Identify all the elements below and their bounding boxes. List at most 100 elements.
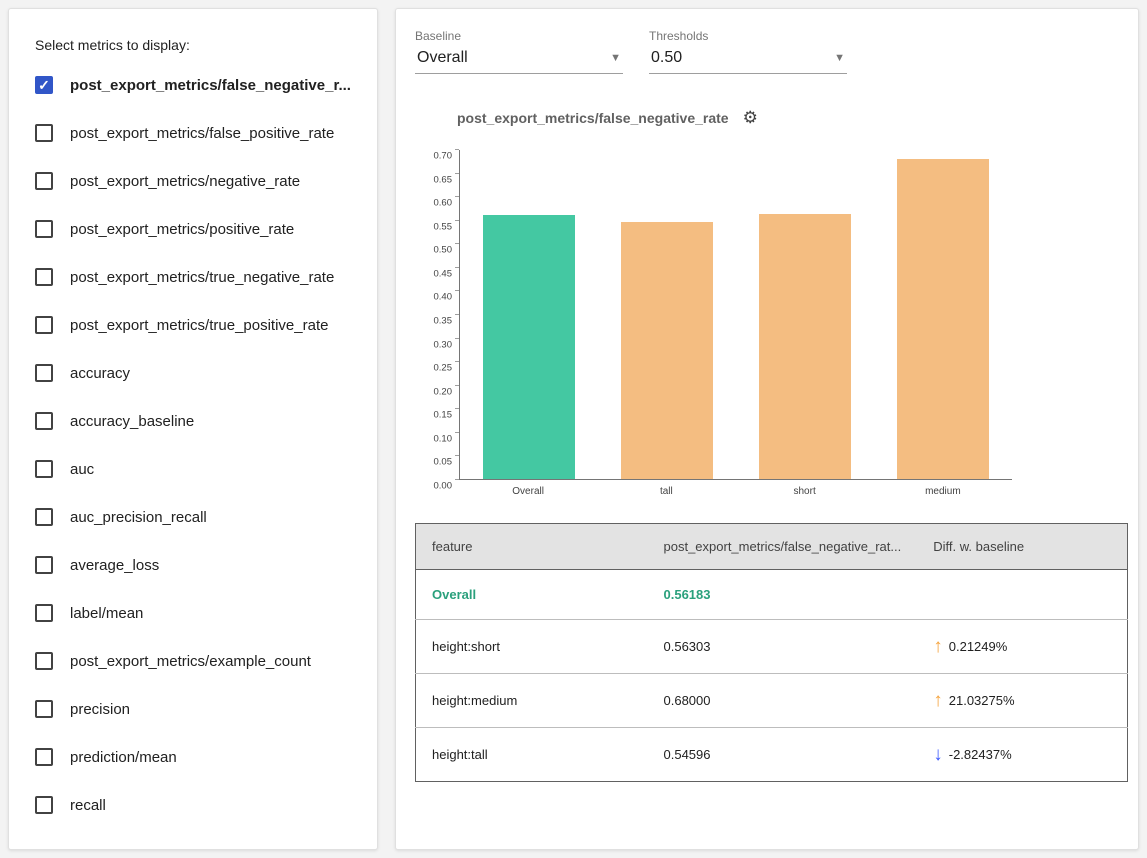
metric-item[interactable]: post_export_metrics/positive_rate xyxy=(35,205,361,253)
checkbox-icon[interactable] xyxy=(35,172,53,190)
metric-item[interactable]: label/mean xyxy=(35,589,361,637)
x-tick-label: tall xyxy=(597,486,735,497)
y-tick-label: 0.15 xyxy=(434,410,453,421)
bar-slot xyxy=(736,150,874,479)
y-tick-mark xyxy=(455,479,459,480)
checkbox-icon[interactable] xyxy=(35,604,53,622)
y-tick-label: 0.00 xyxy=(434,481,453,492)
metric-label: post_export_metrics/example_count xyxy=(70,653,311,670)
metric-item[interactable]: accuracy_baseline xyxy=(35,397,361,445)
bar-medium[interactable] xyxy=(897,159,989,479)
checkbox-icon[interactable] xyxy=(35,748,53,766)
metric-label: recall xyxy=(70,797,106,814)
checkbox-icon[interactable] xyxy=(35,412,53,430)
y-tick-mark xyxy=(455,338,459,339)
cell-feature: height:medium xyxy=(416,674,648,728)
metric-item[interactable]: post_export_metrics/true_positive_rate xyxy=(35,301,361,349)
y-tick-label: 0.70 xyxy=(434,151,453,162)
metric-label: post_export_metrics/positive_rate xyxy=(70,221,294,238)
checkbox-icon[interactable] xyxy=(35,220,53,238)
checkbox-icon[interactable] xyxy=(35,556,53,574)
metric-select-panel: Select metrics to display: ✓post_export_… xyxy=(8,8,378,850)
y-tick-label: 0.45 xyxy=(434,268,453,279)
y-tick-label: 0.20 xyxy=(434,386,453,397)
results-panel: Baseline Overall ▼ Thresholds 0.50 ▼ pos… xyxy=(395,8,1139,850)
checkbox-icon[interactable] xyxy=(35,508,53,526)
checkbox-icon[interactable] xyxy=(35,268,53,286)
checkbox-icon[interactable] xyxy=(35,316,53,334)
arrow-up-icon: ↑ xyxy=(933,691,943,710)
cell-diff: ↓-2.82437% xyxy=(917,728,1127,782)
metric-label: precision xyxy=(70,701,130,718)
column-header-metric: post_export_metrics/false_negative_rat..… xyxy=(648,524,918,570)
y-tick-mark xyxy=(455,455,459,456)
y-tick-mark xyxy=(455,432,459,433)
metric-item[interactable]: post_export_metrics/true_negative_rate xyxy=(35,253,361,301)
y-tick-label: 0.60 xyxy=(434,198,453,209)
metric-item[interactable]: auc_precision_recall xyxy=(35,493,361,541)
baseline-select-label: Baseline xyxy=(415,29,623,43)
gear-icon[interactable]: ⚙ xyxy=(743,108,758,128)
checkbox-icon[interactable] xyxy=(35,124,53,142)
y-tick-mark xyxy=(455,196,459,197)
checkbox-icon[interactable] xyxy=(35,700,53,718)
metric-item[interactable]: recall xyxy=(35,781,361,829)
metric-label: auc_precision_recall xyxy=(70,509,207,526)
y-tick-mark xyxy=(455,314,459,315)
y-axis: 0.000.050.100.150.200.250.300.350.400.45… xyxy=(423,150,459,480)
cell-value: 0.56183 xyxy=(648,570,918,620)
checkbox-checked-icon[interactable]: ✓ xyxy=(35,76,53,94)
chart-title: post_export_metrics/false_negative_rate xyxy=(457,110,729,126)
cell-feature: height:tall xyxy=(416,728,648,782)
metric-item[interactable]: precision xyxy=(35,685,361,733)
bar-slot xyxy=(460,150,598,479)
table-header-row: feature post_export_metrics/false_negati… xyxy=(416,524,1128,570)
controls-bar: Baseline Overall ▼ Thresholds 0.50 ▼ xyxy=(415,29,1128,74)
cell-value: 0.68000 xyxy=(648,674,918,728)
y-tick-mark xyxy=(455,385,459,386)
checkbox-icon[interactable] xyxy=(35,460,53,478)
column-header-diff: Diff. w. baseline xyxy=(917,524,1127,570)
thresholds-select-value: 0.50 xyxy=(651,49,682,67)
metric-label: post_export_metrics/false_positive_rate xyxy=(70,125,334,142)
y-tick-mark xyxy=(455,361,459,362)
cell-value: 0.56303 xyxy=(648,620,918,674)
bar-short[interactable] xyxy=(759,214,851,479)
metric-item[interactable]: auc xyxy=(35,445,361,493)
bar-Overall[interactable] xyxy=(483,215,575,479)
bar-tall[interactable] xyxy=(621,222,713,479)
chart-header: post_export_metrics/false_negative_rate … xyxy=(457,108,1128,128)
metric-label: post_export_metrics/true_negative_rate xyxy=(70,269,334,286)
metric-item[interactable]: post_export_metrics/negative_rate xyxy=(35,157,361,205)
results-table: feature post_export_metrics/false_negati… xyxy=(415,523,1128,782)
metric-label: post_export_metrics/true_positive_rate xyxy=(70,317,328,334)
metric-item[interactable]: average_loss xyxy=(35,541,361,589)
cell-diff: ↑21.03275% xyxy=(917,674,1127,728)
metric-item[interactable]: ✓ post_export_metrics/false_negative_r... xyxy=(35,61,361,109)
y-tick-mark xyxy=(455,408,459,409)
table-row: height:tall0.54596↓-2.82437% xyxy=(416,728,1128,782)
thresholds-select[interactable]: Thresholds 0.50 ▼ xyxy=(649,29,847,74)
checkbox-icon[interactable] xyxy=(35,652,53,670)
cell-feature: height:short xyxy=(416,620,648,674)
metric-item[interactable]: post_export_metrics/example_count xyxy=(35,637,361,685)
metric-item[interactable]: post_export_metrics/false_positive_rate xyxy=(35,109,361,157)
cell-value: 0.54596 xyxy=(648,728,918,782)
plot-area xyxy=(459,150,1012,480)
x-tick-label: Overall xyxy=(459,486,597,497)
metric-item[interactable]: accuracy xyxy=(35,349,361,397)
bar-slot xyxy=(598,150,736,479)
y-tick-label: 0.35 xyxy=(434,316,453,327)
metric-label: post_export_metrics/false_negative_r... xyxy=(70,77,351,94)
metric-label: accuracy_baseline xyxy=(70,413,194,430)
metric-item[interactable]: prediction/mean xyxy=(35,733,361,781)
baseline-select[interactable]: Baseline Overall ▼ xyxy=(415,29,623,74)
y-tick-mark xyxy=(455,149,459,150)
y-tick-mark xyxy=(455,290,459,291)
cell-feature: Overall xyxy=(416,570,648,620)
checkbox-icon[interactable] xyxy=(35,796,53,814)
cell-diff xyxy=(917,570,1127,620)
y-tick-label: 0.05 xyxy=(434,457,453,468)
checkbox-icon[interactable] xyxy=(35,364,53,382)
metric-label: accuracy xyxy=(70,365,130,382)
